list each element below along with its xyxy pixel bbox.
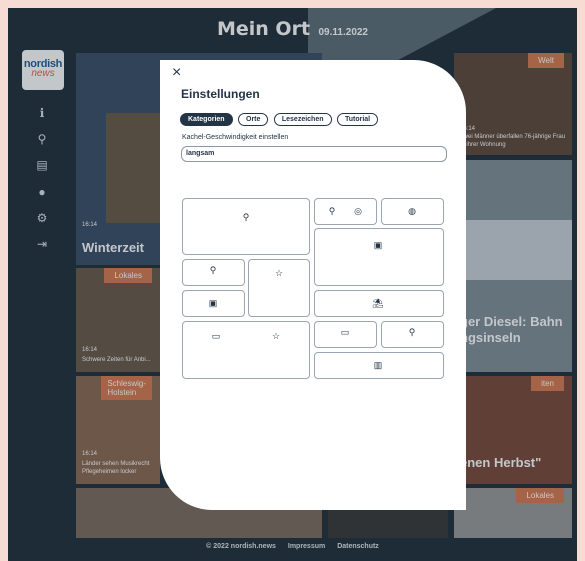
monitor-icon: ▭ [340, 327, 350, 337]
pin-icon: ⚲ [408, 327, 416, 337]
monitor-icon: ▭ [211, 331, 221, 341]
tab-tutorial[interactable]: Tutorial [336, 113, 379, 126]
layout-slot[interactable]: ◍ [381, 198, 444, 225]
pin-icon: ⚲ [209, 265, 217, 275]
layout-slot-large[interactable]: ▭ ☆ [182, 321, 310, 379]
layout-slot[interactable]: ⛱ [314, 290, 444, 317]
layout-slot[interactable]: ⚲ [381, 321, 444, 348]
pin-icon: ⚲ [242, 212, 250, 222]
close-icon[interactable]: × [172, 64, 181, 82]
layout-slot[interactable]: ▭ [314, 321, 377, 348]
star-icon: ☆ [271, 331, 281, 341]
layout-slot-tall[interactable]: ☆ [248, 259, 310, 317]
tab-orte[interactable]: Orte [238, 113, 269, 126]
settings-modal: × Einstellungen Kategorien Orte Lesezeic… [160, 60, 466, 510]
beach-icon: ⛱ [372, 298, 384, 308]
layout-slot[interactable]: ⚲ ◎ [314, 198, 377, 225]
layout-slot-wide[interactable]: ▣ [314, 228, 444, 286]
newspaper-icon: ▣ [373, 240, 383, 250]
target-icon: ◎ [354, 206, 362, 216]
settings-tabs: Kategorien Orte Lesezeichen Tutorial [180, 108, 379, 126]
pin-icon: ⚲ [328, 206, 336, 216]
newspaper-icon: ▣ [208, 298, 218, 308]
speed-label: Kachel-Geschwindigkeit einstellen [182, 134, 289, 141]
globe-icon: ◍ [408, 206, 416, 216]
layout-slot[interactable]: ⚲ [182, 259, 245, 286]
app-frame: 16:14 Winterzeit Welt 16:14 Zwei Männer … [8, 8, 577, 561]
tab-lesezeichen[interactable]: Lesezeichen [273, 113, 332, 126]
layout-slot[interactable]: ▣ [182, 290, 245, 317]
layout-slot[interactable]: ▥ [314, 352, 444, 379]
tab-kategorien[interactable]: Kategorien [180, 113, 233, 126]
chart-icon: ▥ [373, 360, 383, 370]
speed-select[interactable]: langsam [181, 146, 447, 162]
modal-title: Einstellungen [181, 87, 260, 101]
layout-slot-large[interactable]: ⚲ [182, 198, 310, 255]
star-icon: ☆ [274, 268, 284, 278]
